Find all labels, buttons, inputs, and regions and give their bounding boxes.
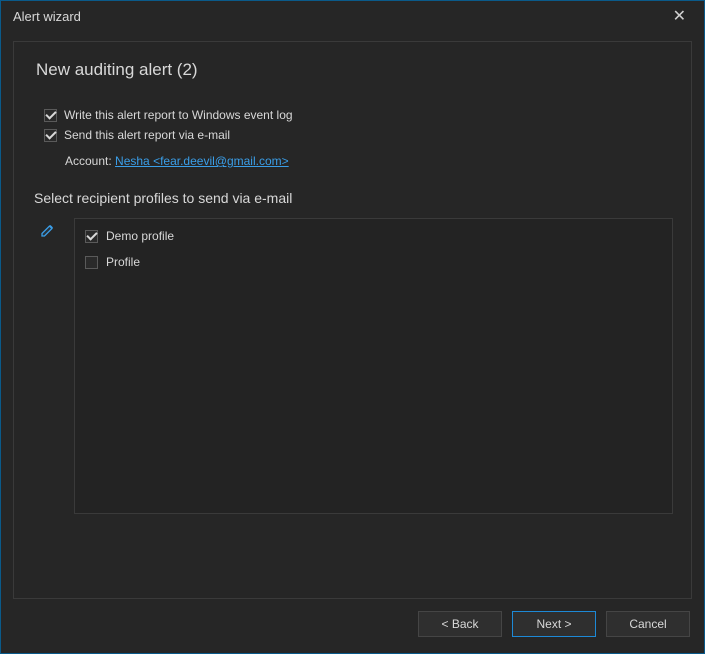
profile-checkbox[interactable] xyxy=(85,256,98,269)
account-link[interactable]: Nesha <fear.deevil@gmail.com> xyxy=(115,154,289,168)
profiles-row: Demo profile Profile xyxy=(40,218,673,580)
button-bar: < Back Next > Cancel xyxy=(1,599,704,653)
edit-icon[interactable] xyxy=(40,225,56,242)
profile-label: Demo profile xyxy=(106,229,174,243)
profile-checkbox[interactable] xyxy=(85,230,98,243)
write-event-log-checkbox[interactable] xyxy=(44,109,57,122)
next-button[interactable]: Next > xyxy=(512,611,596,637)
profile-item-demo[interactable]: Demo profile xyxy=(85,229,662,243)
write-event-log-option[interactable]: Write this alert report to Windows event… xyxy=(44,108,673,122)
close-icon[interactable]: ✕ xyxy=(665,4,694,28)
write-event-log-label: Write this alert report to Windows event… xyxy=(64,108,293,122)
send-email-label: Send this alert report via e-mail xyxy=(64,128,230,142)
account-row: Account: Nesha <fear.deevil@gmail.com> xyxy=(65,154,673,168)
content-area: New auditing alert (2) Write this alert … xyxy=(1,31,704,599)
inner-panel: New auditing alert (2) Write this alert … xyxy=(13,41,692,599)
profile-label: Profile xyxy=(106,255,140,269)
title-bar: Alert wizard ✕ xyxy=(1,1,704,31)
profile-item-profile[interactable]: Profile xyxy=(85,255,662,269)
account-label: Account: xyxy=(65,154,112,168)
window-title: Alert wizard xyxy=(13,9,81,24)
edit-column xyxy=(40,218,60,580)
send-email-checkbox[interactable] xyxy=(44,129,57,142)
alert-wizard-window: Alert wizard ✕ New auditing alert (2) Wr… xyxy=(0,0,705,654)
send-email-option[interactable]: Send this alert report via e-mail xyxy=(44,128,673,142)
back-button[interactable]: < Back xyxy=(418,611,502,637)
profiles-listbox: Demo profile Profile xyxy=(74,218,673,514)
alert-title: New auditing alert (2) xyxy=(36,60,673,80)
cancel-button[interactable]: Cancel xyxy=(606,611,690,637)
profiles-header: Select recipient profiles to send via e-… xyxy=(34,190,673,206)
